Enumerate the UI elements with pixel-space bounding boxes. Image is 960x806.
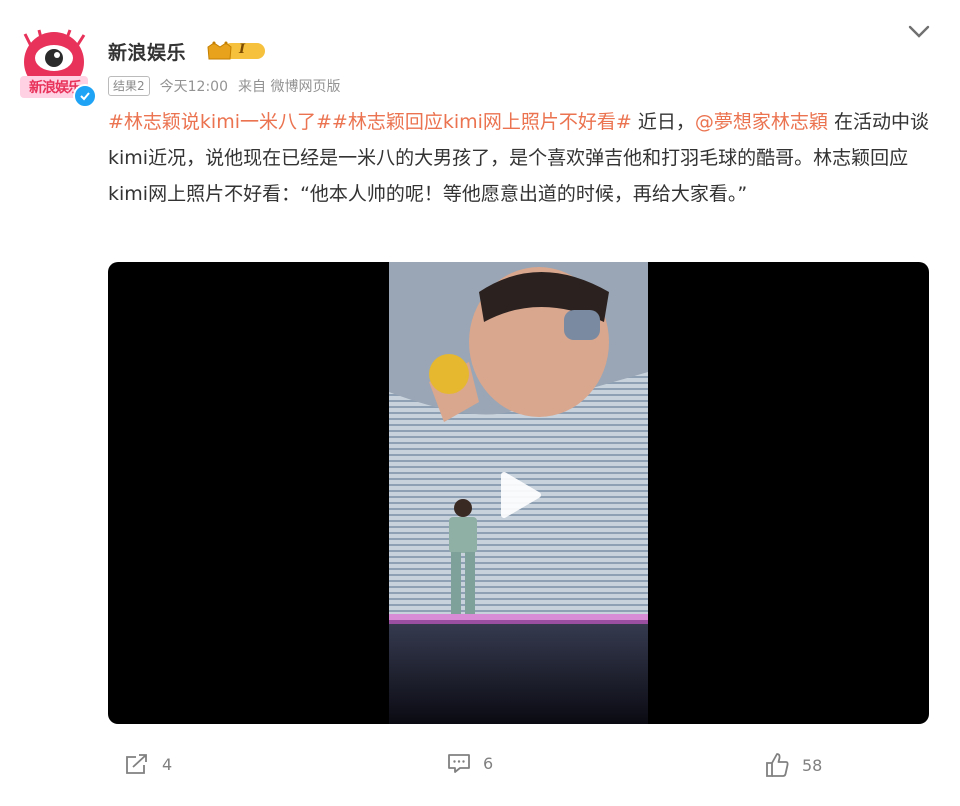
post-meta: 结果2 今天12:00 来自 微博网页版	[108, 76, 340, 96]
repost-button[interactable]: 4	[124, 752, 172, 776]
verified-badge-icon	[73, 84, 97, 108]
comment-count: 6	[483, 753, 494, 773]
play-icon[interactable]	[494, 471, 542, 519]
action-bar: 4 6 58	[0, 752, 960, 786]
comment-icon	[448, 754, 470, 773]
topic-link-2[interactable]: #林志颖回应kimi网上照片不好看#	[332, 111, 632, 133]
repost-icon	[126, 754, 147, 774]
author-name[interactable]: 新浪娱乐	[108, 38, 186, 65]
mention-link[interactable]: @夢想家林志穎	[695, 111, 828, 133]
video-player[interactable]	[108, 262, 929, 724]
thumbs-up-icon	[766, 753, 789, 777]
like-count: 58	[802, 755, 823, 775]
result-tag: 结果2	[108, 76, 150, 96]
content-text-1: 近日，	[631, 111, 695, 133]
member-crown-badge[interactable]: I	[205, 39, 269, 63]
topic-link-1[interactable]: #林志颖说kimi一米八了#	[108, 111, 332, 133]
comment-button[interactable]: 6	[447, 752, 493, 774]
badge-level: I	[239, 42, 246, 57]
post-source: 来自 微博网页版	[238, 79, 341, 95]
repost-count: 4	[162, 754, 173, 774]
post-time[interactable]: 今天12:00	[160, 76, 228, 96]
post-content: #林志颖说kimi一米八了##林志颖回应kimi网上照片不好看# 近日，@夢想家…	[108, 104, 930, 212]
chevron-down-icon[interactable]	[906, 20, 932, 42]
like-button[interactable]: 58	[764, 752, 822, 778]
